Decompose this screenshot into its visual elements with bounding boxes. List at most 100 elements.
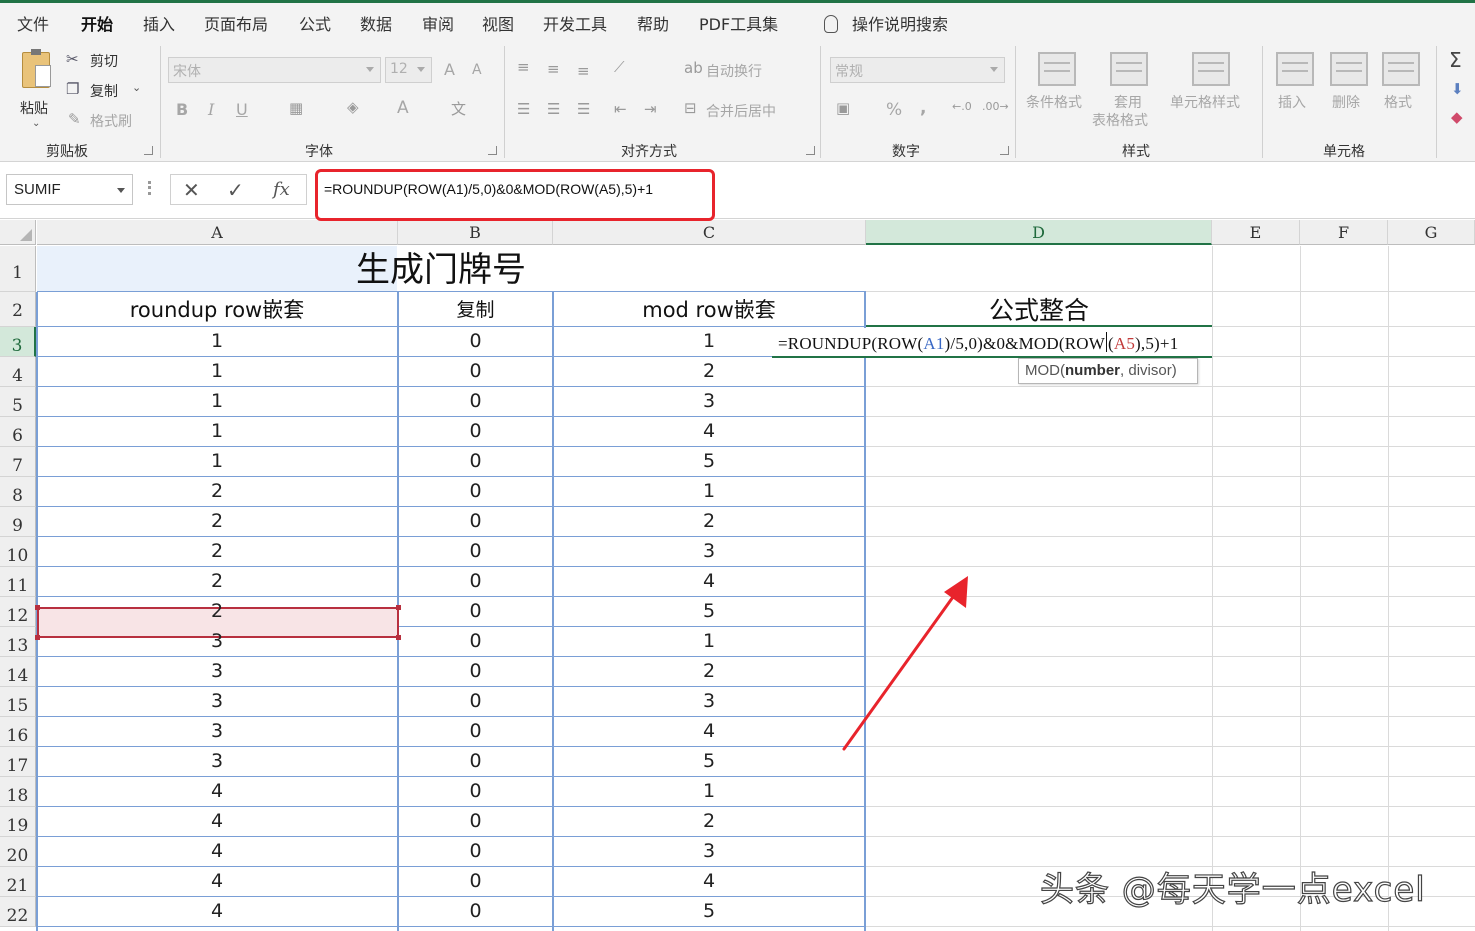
cell-a11[interactable]: 2 (37, 570, 397, 592)
borders-icon[interactable]: ▦ (289, 99, 303, 117)
cell-a22[interactable]: 4 (37, 900, 397, 922)
row-header-11[interactable]: 11 (0, 567, 36, 597)
cell-a15[interactable]: 3 (37, 690, 397, 712)
cell-a21[interactable]: 4 (37, 870, 397, 892)
column-header-e[interactable]: E (1212, 220, 1300, 245)
font-color-button[interactable]: A (397, 98, 409, 118)
underline-button[interactable]: U (236, 100, 248, 119)
cell-b18[interactable]: 0 (399, 780, 552, 802)
tab-help[interactable]: 帮助 (637, 11, 669, 35)
row-header-5[interactable]: 5 (0, 387, 36, 417)
font-size-dropdown[interactable]: 12 (385, 57, 432, 83)
align-middle-icon[interactable]: ≡ (547, 60, 560, 78)
font-launcher-icon[interactable] (488, 146, 497, 155)
cell-b12[interactable]: 0 (399, 600, 552, 622)
row-header-9[interactable]: 9 (0, 507, 36, 537)
cell-c19[interactable]: 2 (554, 810, 864, 832)
row-header-19[interactable]: 19 (0, 807, 36, 837)
conditional-formatting-button[interactable]: 条件格式 (1024, 48, 1090, 138)
row-header-1[interactable]: 1 (0, 246, 36, 292)
cell-a10[interactable]: 2 (37, 540, 397, 562)
row-header-3[interactable]: 3 (0, 327, 36, 357)
cell-a16[interactable]: 3 (37, 720, 397, 742)
clear-icon[interactable]: ◆ (1451, 108, 1463, 126)
cell-a13[interactable]: 3 (37, 630, 397, 652)
grow-font-button[interactable]: A (444, 60, 455, 79)
cell-a7[interactable]: 1 (37, 450, 397, 472)
cell-a8[interactable]: 2 (37, 480, 397, 502)
row-header-15[interactable]: 15 (0, 687, 36, 717)
copy-button[interactable]: ❐ 复制 ⌄ (66, 80, 146, 102)
shrink-font-button[interactable]: A (472, 62, 482, 78)
cell-a19[interactable]: 4 (37, 810, 397, 832)
worksheet-grid[interactable]: A B C D E F G 1 2 3 4 5 6 7 8 9 10 11 12 13 14 15 16 17 1… (0, 220, 1475, 931)
cell-c4[interactable]: 2 (554, 360, 864, 382)
tab-developer[interactable]: 开发工具 (543, 11, 607, 35)
cell-b14[interactable]: 0 (399, 660, 552, 682)
italic-button[interactable]: I (208, 100, 214, 119)
cell-b10[interactable]: 0 (399, 540, 552, 562)
header-mod[interactable]: mod row嵌套 (554, 292, 864, 326)
font-name-dropdown[interactable]: 宋体 (168, 57, 381, 83)
cell-a9[interactable]: 2 (37, 510, 397, 532)
row-header-17[interactable]: 17 (0, 747, 36, 777)
cell-styles-button[interactable]: 单元格样式 (1168, 48, 1252, 138)
alignment-launcher-icon[interactable] (806, 146, 815, 155)
cell-b15[interactable]: 0 (399, 690, 552, 712)
cell-c17[interactable]: 5 (554, 750, 864, 772)
align-center-icon[interactable]: ☰ (547, 100, 560, 118)
column-header-c[interactable]: C (553, 220, 866, 245)
phonetic-icon[interactable]: 文 (451, 98, 466, 119)
wrap-text-button[interactable]: 自动换行 (706, 61, 762, 81)
row-header-2[interactable]: 2 (0, 292, 36, 327)
cell-a5[interactable]: 1 (37, 390, 397, 412)
tab-page-layout[interactable]: 页面布局 (204, 11, 268, 35)
cell-a17[interactable]: 3 (37, 750, 397, 772)
tab-view[interactable]: 视图 (482, 11, 514, 35)
tab-file[interactable]: 文件 (17, 11, 49, 35)
cell-c18[interactable]: 1 (554, 780, 864, 802)
row-header-16[interactable]: 16 (0, 717, 36, 747)
cell-c13[interactable]: 1 (554, 630, 864, 652)
column-header-a[interactable]: A (37, 220, 398, 245)
tab-review[interactable]: 审阅 (422, 11, 454, 35)
row-header-13[interactable]: 13 (0, 627, 36, 657)
fill-color-icon[interactable]: ◈ (347, 98, 359, 116)
column-header-b[interactable]: B (398, 220, 553, 245)
row-header-7[interactable]: 7 (0, 447, 36, 477)
clipboard-launcher-icon[interactable] (144, 146, 153, 155)
formula-input[interactable]: =ROUNDUP(ROW(A1)/5,0)&0&MOD(ROW(A5),5)+1 (318, 174, 1475, 205)
merge-center-button[interactable]: 合并后居中 (706, 101, 776, 121)
column-header-f[interactable]: F (1300, 220, 1388, 245)
accounting-format-icon[interactable]: ▣ (836, 99, 850, 117)
paste-button[interactable]: 粘贴 ⌄ (14, 48, 58, 132)
row-header-6[interactable]: 6 (0, 417, 36, 447)
format-painter-button[interactable]: ✎ 格式刷 (66, 110, 146, 132)
number-format-dropdown[interactable]: 常规 (830, 57, 1005, 83)
cell-a18[interactable]: 4 (37, 780, 397, 802)
row-header-20[interactable]: 20 (0, 837, 36, 867)
column-header-d[interactable]: D (866, 220, 1212, 245)
cell-a6[interactable]: 1 (37, 420, 397, 442)
cell-a4[interactable]: 1 (37, 360, 397, 382)
decrease-decimal-icon[interactable]: .00→ (982, 100, 1009, 113)
cell-c8[interactable]: 1 (554, 480, 864, 502)
row-header-4[interactable]: 4 (0, 357, 36, 387)
cell-b17[interactable]: 0 (399, 750, 552, 772)
cell-d3-editor[interactable]: =ROUNDUP(ROW(A1)/5,0)&0&MOD(ROW (A5),5)+1 (772, 328, 1212, 358)
decrease-indent-icon[interactable]: ⇤ (614, 100, 627, 118)
cell-c10[interactable]: 3 (554, 540, 864, 562)
name-box[interactable]: SUMIF (6, 174, 133, 205)
header-roundup[interactable]: roundup row嵌套 (37, 292, 397, 326)
cell-a12[interactable]: 2 (37, 600, 397, 622)
cell-c6[interactable]: 4 (554, 420, 864, 442)
row-header-22[interactable]: 22 (0, 897, 36, 927)
cell-c20[interactable]: 3 (554, 840, 864, 862)
cell-b13[interactable]: 0 (399, 630, 552, 652)
cell-b11[interactable]: 0 (399, 570, 552, 592)
cell-c7[interactable]: 5 (554, 450, 864, 472)
cell-b19[interactable]: 0 (399, 810, 552, 832)
tab-data[interactable]: 数据 (360, 11, 392, 35)
bold-button[interactable]: B (176, 100, 188, 119)
tab-pdf-tools[interactable]: PDF工具集 (699, 11, 778, 35)
